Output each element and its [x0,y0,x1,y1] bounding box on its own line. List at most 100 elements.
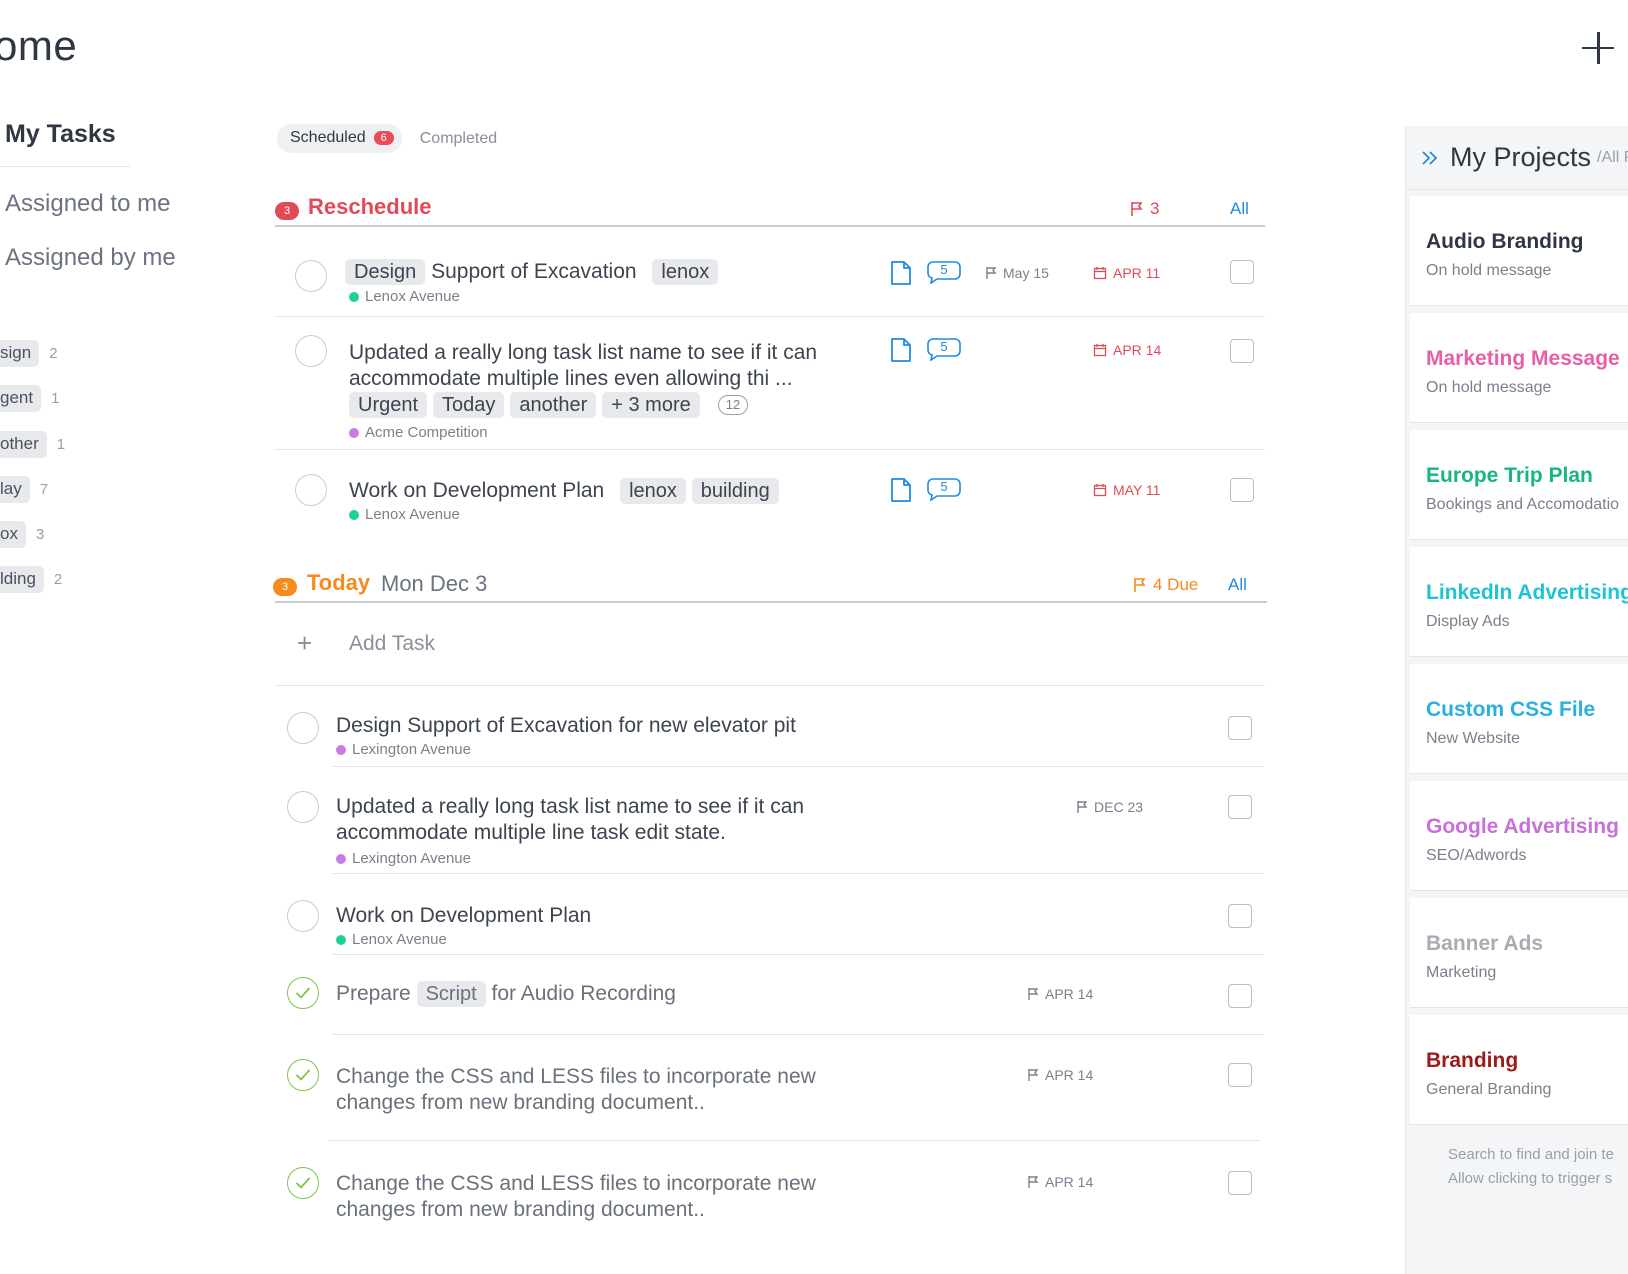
sidebar-link-assigned-to-me[interactable]: Assigned to me [5,190,170,218]
due-date[interactable]: MAY 11 [1093,482,1160,498]
double-chevron-right-icon[interactable] [1420,148,1440,168]
project-card-desc: On hold message [1426,262,1552,279]
sidebar-tag[interactable]: gent 1 [0,385,59,412]
complete-toggle[interactable] [287,900,319,932]
project-card[interactable]: Marketing Message On hold message [1410,313,1628,423]
projects-subtitle[interactable]: /All P [1597,149,1628,167]
task-project[interactable]: Lenox Avenue [349,506,460,523]
section-header-today: 3 Today Mon Dec 3 4 Due All [273,569,1267,603]
flag-date[interactable]: APR 14 [1027,1174,1093,1190]
flag-date[interactable]: May 15 [985,265,1049,281]
section-all-link[interactable]: All [1230,199,1249,219]
task-tag[interactable]: Today [433,392,505,418]
task-project[interactable]: Lenox Avenue [349,288,460,305]
task-tag[interactable]: Urgent [349,392,428,418]
due-date[interactable]: APR 11 [1093,265,1160,281]
section-all-link[interactable]: All [1228,575,1247,595]
tab-completed[interactable]: Completed [420,130,497,148]
project-card[interactable]: Banner Ads Marketing [1410,898,1628,1008]
document-icon[interactable] [890,337,912,363]
more-tags[interactable]: + 3 more [602,392,700,418]
project-name: Lenox Avenue [365,288,460,305]
task-row[interactable]: Work on Development Plan Lenox Avenue [287,874,1264,955]
task-tag[interactable]: lenox [652,259,719,285]
select-checkbox[interactable] [1228,795,1252,819]
task-tag[interactable]: lenox [620,478,686,504]
complete-toggle[interactable] [295,474,327,506]
calendar-icon [1093,267,1107,280]
project-card-name: Custom CSS File [1426,698,1596,721]
task-title-line-1: Change the CSS and LESS files to incorpo… [336,1172,816,1195]
due-date-label: APR 14 [1113,342,1162,358]
task-title-line-2: changes from new branding document.. [336,1198,705,1221]
complete-toggle[interactable] [295,260,327,292]
task-tag[interactable]: building [691,478,779,504]
task-project[interactable]: Lenox Avenue [336,931,447,948]
complete-toggle[interactable] [295,335,327,367]
project-card[interactable]: Branding General Branding [1410,1015,1628,1125]
flag-date[interactable]: APR 14 [1027,1067,1093,1083]
due-count-label: 4 Due [1153,575,1199,594]
sidebar-link-assigned-by-me[interactable]: Assigned by me [5,244,176,272]
comment-bubble-icon[interactable]: 5 [927,260,961,284]
add-plus-icon[interactable] [1578,28,1618,68]
due-date[interactable]: APR 14 [1093,342,1161,358]
select-checkbox[interactable] [1230,478,1254,502]
project-card[interactable]: Google Advertising SEO/Adwords [1410,781,1628,891]
task-tag[interactable]: another [510,392,597,418]
select-checkbox[interactable] [1228,984,1252,1008]
task-row[interactable]: Work on Development Plan lenox building … [275,450,1265,530]
project-card[interactable]: Europe Trip Plan Bookings and Accomodati… [1410,430,1628,540]
section-title: Reschedule [308,194,432,219]
comment-bubble-icon[interactable]: 5 [927,477,961,501]
tab-scheduled[interactable]: Scheduled 6 [277,124,402,153]
task-project[interactable]: Lexington Avenue [336,850,471,867]
comment-bubble-icon[interactable]: 5 [927,337,961,361]
task-row[interactable]: Prepare Script for Audio Recording APR 1… [287,955,1264,1035]
add-task-input[interactable]: Add Task [349,632,435,656]
complete-toggle[interactable] [287,712,319,744]
sidebar-tag[interactable]: lding 2 [0,566,62,593]
flag-date[interactable]: APR 14 [1027,986,1093,1002]
select-checkbox[interactable] [1230,339,1254,363]
task-tag[interactable]: Script [416,981,486,1007]
tag-comment-count[interactable]: 12 [717,395,749,415]
complete-toggle[interactable] [287,1059,319,1091]
task-row[interactable]: Change the CSS and LESS files to incorpo… [287,1035,1260,1141]
project-name: Lexington Avenue [352,741,471,758]
task-row[interactable]: Design Support of Excavation for new ele… [287,686,1264,767]
sidebar-tag[interactable]: ox 3 [0,521,44,548]
task-row[interactable]: Updated a really long task list name to … [287,767,1264,874]
select-checkbox[interactable] [1228,1171,1252,1195]
sidebar-tag[interactable]: other 1 [0,431,65,458]
project-card[interactable]: Custom CSS File New Website [1410,664,1628,774]
task-row[interactable]: Design Support of Excavation lenox Lenox… [275,238,1265,317]
section-due-count[interactable]: 4 Due [1133,575,1198,595]
task-row[interactable]: Change the CSS and LESS files to incorpo… [287,1141,1260,1251]
task-tag[interactable]: Design [345,259,426,285]
add-task-row[interactable]: + Add Task [275,604,1265,686]
sidebar-tag[interactable]: sign 2 [0,340,58,367]
task-row[interactable]: Updated a really long task list name to … [275,317,1265,450]
project-dot [336,744,346,755]
comment-count: 5 [940,479,948,494]
sidebar-tag-label: ox [0,521,26,548]
sidebar-tag-label: sign [0,340,40,367]
select-checkbox[interactable] [1228,716,1252,740]
select-checkbox[interactable] [1228,1063,1252,1087]
task-project[interactable]: Acme Competition [349,424,488,441]
complete-toggle[interactable] [287,977,319,1009]
select-checkbox[interactable] [1228,904,1252,928]
project-card[interactable]: LinkedIn Advertising Display Ads [1410,547,1628,657]
select-checkbox[interactable] [1230,260,1254,284]
project-card[interactable]: Audio Branding On hold message [1410,196,1628,306]
document-icon[interactable] [890,477,912,503]
task-project[interactable]: Lexington Avenue [336,741,471,758]
task-title-text: Work on Development Plan [349,479,605,502]
complete-toggle[interactable] [287,1167,319,1199]
section-flag-count[interactable]: 3 [1130,199,1159,219]
sidebar-tag[interactable]: lay 7 [0,476,48,503]
flag-date[interactable]: DEC 23 [1076,799,1143,815]
complete-toggle[interactable] [287,791,319,823]
document-icon[interactable] [890,260,912,286]
